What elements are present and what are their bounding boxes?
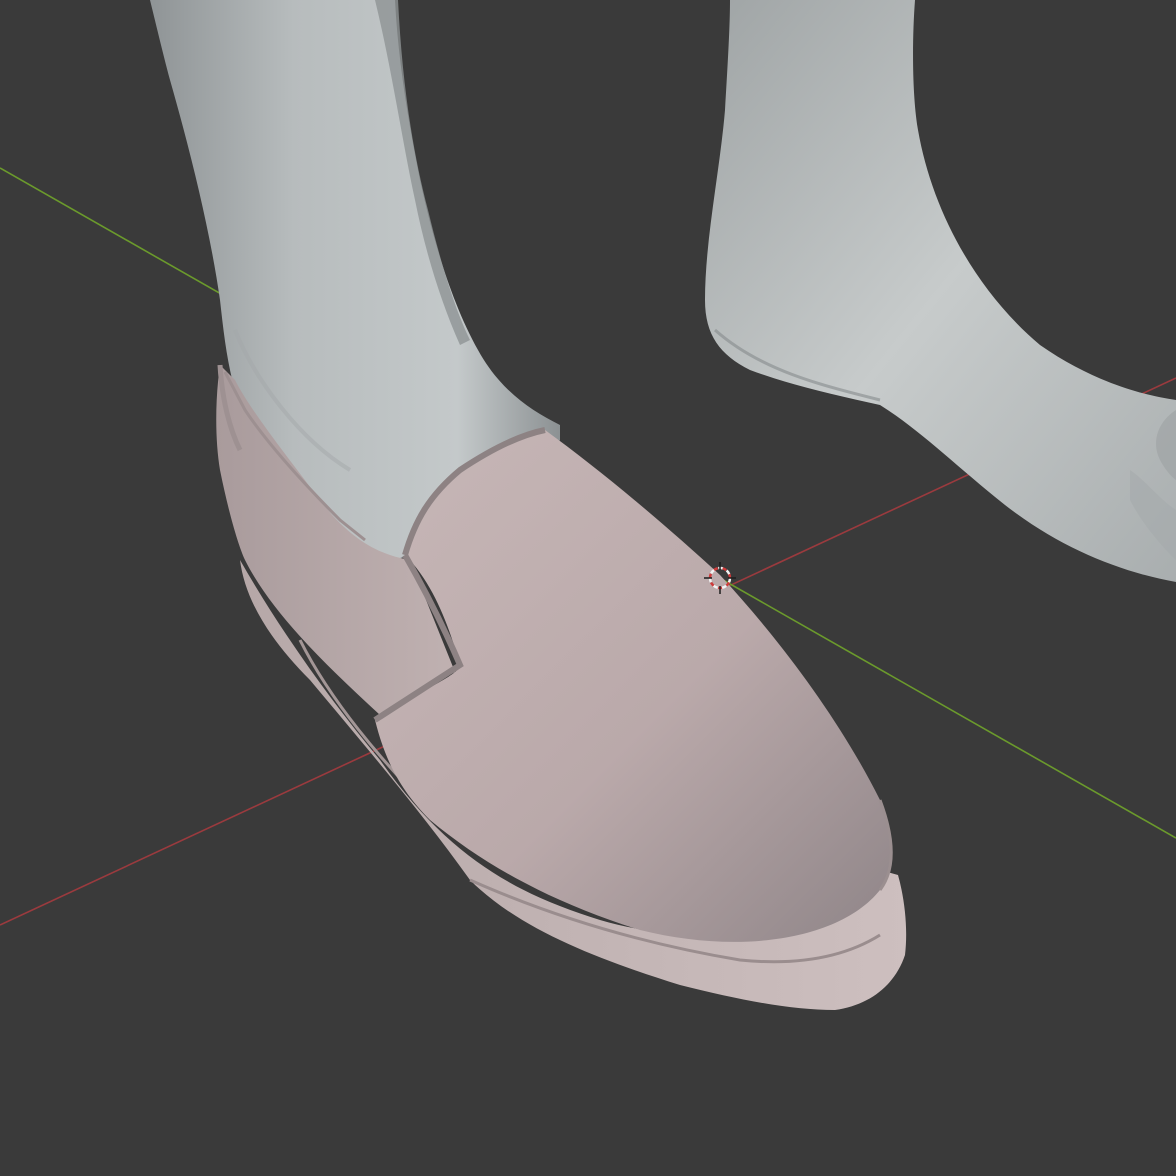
viewport-scene[interactable] — [0, 0, 1176, 1176]
3d-viewport[interactable] — [0, 0, 1176, 1176]
